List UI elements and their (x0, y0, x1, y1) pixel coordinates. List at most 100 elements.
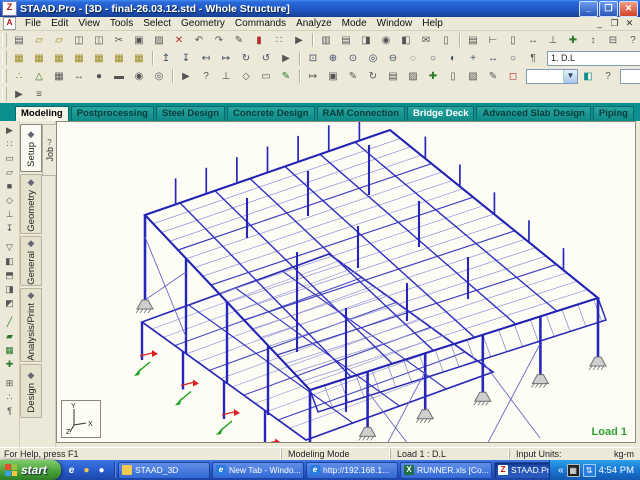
pointer2-icon[interactable]: ▶ (277, 50, 295, 67)
print-icon[interactable]: ▥ (317, 32, 335, 49)
menu-select[interactable]: Select (138, 18, 176, 29)
page-tab-analysis-print[interactable]: ◆Analysis/Print (20, 288, 42, 362)
spin-cw-icon[interactable]: ↻ (237, 50, 255, 67)
zoom-in-icon[interactable]: ⊕ (324, 50, 342, 67)
report-icon[interactable]: ▯ (437, 32, 455, 49)
edit-icon[interactable]: ✎ (230, 32, 248, 49)
redo-icon[interactable]: ↷ (210, 32, 228, 49)
mode-tab-piping[interactable]: Piping (593, 106, 634, 121)
select-geometry-icon[interactable]: ◇ (2, 193, 18, 207)
insert-node-icon[interactable]: ✚ (2, 357, 18, 371)
support-tool-icon[interactable]: ⊥ (217, 68, 235, 85)
zoom-dynamic-icon[interactable]: ◐ (444, 50, 462, 67)
toolbar-grip[interactable] (2, 33, 7, 47)
add-solid-icon[interactable]: ▦ (2, 343, 18, 357)
zoom-capture-icon[interactable]: ⊙ (344, 50, 362, 67)
mode-tab-advanced-slab-design[interactable]: Advanced Slab Design (476, 106, 590, 121)
query-icon[interactable]: ? (624, 32, 640, 49)
restore-button[interactable]: ❐ (599, 1, 618, 17)
side-view-icon[interactable]: ◨ (2, 282, 18, 296)
pointer-icon[interactable]: ▶ (290, 32, 308, 49)
save-as-icon[interactable]: ◫ (90, 32, 108, 49)
page-tab-geometry[interactable]: ◆Geometry (20, 174, 42, 234)
browser-quick-launch-icon[interactable]: ● (95, 464, 108, 477)
zoom-out-icon[interactable]: ⊖ (384, 50, 402, 67)
zoom-next-icon[interactable]: ○ (424, 50, 442, 67)
taskbar-button[interactable]: ehttp://192.168.1... (306, 462, 398, 479)
taskbar-button[interactable]: ZSTAAD.Pro - [3D -... (494, 462, 549, 479)
beam-spec-icon[interactable]: ▬ (110, 68, 128, 85)
view-back-icon[interactable]: ▦ (90, 50, 108, 67)
rotate-up-icon[interactable]: ↥ (157, 50, 175, 67)
page-tab-general[interactable]: ◆General (20, 236, 42, 286)
value-textbox[interactable] (620, 69, 640, 84)
menu-geometry[interactable]: Geometry (176, 18, 230, 29)
insert-node-icon[interactable]: ✚ (564, 32, 582, 49)
assign-tool-icon[interactable]: ✎ (277, 68, 295, 85)
move-load-icon[interactable]: ↦ (304, 68, 322, 85)
view-iso-icon[interactable]: ▦ (10, 50, 28, 67)
view-right-icon[interactable]: ▦ (70, 50, 88, 67)
new-page-icon[interactable]: ▤ (464, 32, 482, 49)
view-front-icon[interactable]: ▦ (50, 50, 68, 67)
ie-quick-launch-icon[interactable]: e (65, 464, 78, 477)
minimize-button[interactable]: _ (579, 1, 598, 17)
snap-node-icon[interactable]: ∴ (10, 68, 28, 85)
drawing-canvas[interactable]: Y X Z Load 1 (56, 121, 636, 443)
selection-combobox[interactable]: ▼ (526, 69, 578, 84)
child-restore-button[interactable]: ❐ (607, 18, 622, 30)
child-minimize-button[interactable]: _ (592, 18, 607, 30)
open-icon[interactable]: ▱ (50, 32, 68, 49)
ruler-icon[interactable]: ⊢ (484, 32, 502, 49)
mode-tab-steel-design[interactable]: Steel Design (156, 106, 225, 121)
network-tray-icon[interactable]: ⇅ (583, 464, 596, 477)
help-icon[interactable]: ? (599, 68, 617, 85)
toolbar-grip[interactable] (2, 69, 7, 83)
web-icon[interactable]: ◉ (377, 32, 395, 49)
toolbar-grip[interactable] (2, 51, 7, 65)
run-mode-icon[interactable]: ▶ (177, 68, 195, 85)
snap-beam-icon[interactable]: △ (30, 68, 48, 85)
select-nodes-icon[interactable]: ∷ (2, 137, 18, 151)
document-icon[interactable]: A (3, 17, 16, 30)
delete-icon[interactable]: ✕ (170, 32, 188, 49)
global-view-icon[interactable]: ◉ (130, 68, 148, 85)
view-bottom-icon[interactable]: ▦ (130, 50, 148, 67)
zoom-window-icon[interactable]: ⊡ (304, 50, 322, 67)
clipboard-icon[interactable]: ▯ (444, 68, 462, 85)
zoom-previous-icon[interactable]: ◌ (404, 50, 422, 67)
publish-icon[interactable]: ◨ (357, 32, 375, 49)
node-spec-icon[interactable]: ● (90, 68, 108, 85)
zoom-extents-icon[interactable]: ◎ (364, 50, 382, 67)
display-tray-icon[interactable]: ▦ (567, 464, 580, 477)
messenger-quick-launch-icon[interactable]: ● (80, 464, 93, 477)
mode-tab-modeling[interactable]: Modeling (15, 106, 69, 121)
toolbar-grip[interactable] (2, 87, 7, 101)
menu-mode[interactable]: Mode (337, 18, 372, 29)
run-analysis-icon[interactable]: ▮ (250, 32, 268, 49)
connect-icon[interactable]: ⊞ (2, 376, 18, 390)
copy-icon[interactable]: ▣ (130, 32, 148, 49)
menu-window[interactable]: Window (372, 18, 418, 29)
start-button[interactable]: start (0, 460, 61, 480)
pointer-icon[interactable]: ▶ (2, 123, 18, 137)
mode-tab-postprocessing[interactable]: Postprocessing (71, 106, 154, 121)
tray-chevron-icon[interactable]: « (558, 465, 564, 476)
paste-spec-icon[interactable]: ▨ (464, 68, 482, 85)
structure-3d-view[interactable] (57, 122, 635, 442)
page-tab-setup[interactable]: ◆Setup (20, 124, 42, 172)
menu-help[interactable]: Help (417, 18, 448, 29)
undo-icon[interactable]: ↶ (190, 32, 208, 49)
menu-view[interactable]: View (73, 18, 105, 29)
view-top-icon[interactable]: ▦ (30, 50, 48, 67)
labels2-icon[interactable]: ¶ (2, 404, 18, 418)
app-icon[interactable]: Z (2, 1, 17, 16)
menu-commands[interactable]: Commands (230, 18, 291, 29)
shear-icon[interactable]: ▨ (404, 68, 422, 85)
mode-tab-concrete-design[interactable]: Concrete Design (227, 106, 315, 121)
spin-ccw-icon[interactable]: ↺ (257, 50, 275, 67)
renumber-icon[interactable]: ∷ (270, 32, 288, 49)
break-icon[interactable]: ⊟ (604, 32, 622, 49)
active-load-combobox[interactable]: 1. D.L ▼ (547, 51, 640, 66)
snap-icon[interactable]: ∴ (2, 390, 18, 404)
